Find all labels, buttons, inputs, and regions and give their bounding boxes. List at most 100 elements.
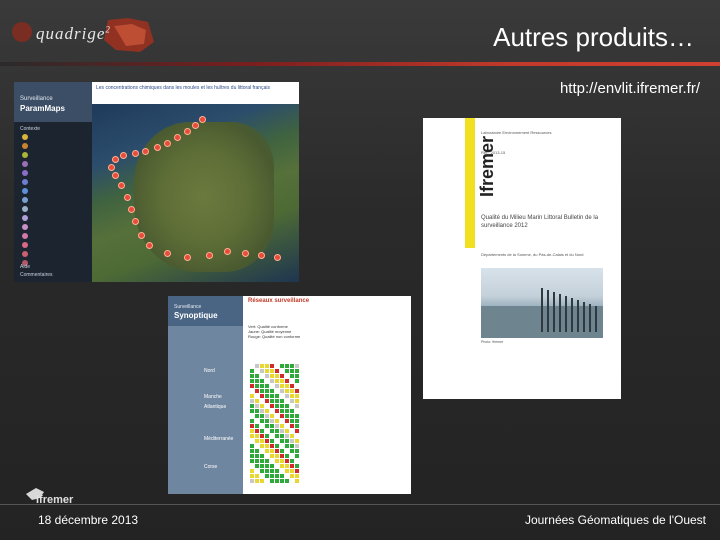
layer-dot-icon[interactable] xyxy=(22,188,28,194)
row-label: Méditerranée xyxy=(204,436,234,442)
grid-cell xyxy=(250,424,254,428)
map-marker-icon[interactable] xyxy=(258,252,265,259)
grid-cell xyxy=(250,419,254,423)
map-marker-icon[interactable] xyxy=(120,152,127,159)
map-marker-icon[interactable] xyxy=(224,248,231,255)
grid-cell xyxy=(280,379,284,383)
grid-cell xyxy=(280,459,284,463)
map-marker-icon[interactable] xyxy=(112,156,119,163)
grid-cell xyxy=(265,469,269,473)
map-marker-icon[interactable] xyxy=(242,250,249,257)
map-marker-icon[interactable] xyxy=(199,116,206,123)
map-marker-icon[interactable] xyxy=(132,218,139,225)
grid-cell xyxy=(260,384,264,388)
grid-cell xyxy=(275,409,279,413)
map-marker-icon[interactable] xyxy=(124,194,131,201)
map-marker-icon[interactable] xyxy=(164,250,171,257)
layer-dot-icon[interactable] xyxy=(22,197,28,203)
source-url[interactable]: http://envlit.ifremer.fr/ xyxy=(560,80,700,97)
row-label: Corse xyxy=(204,464,218,470)
grid-cell xyxy=(295,379,299,383)
map-marker-icon[interactable] xyxy=(174,134,181,141)
grid-cell xyxy=(295,399,299,403)
grid-cell xyxy=(255,424,259,428)
grid-cell xyxy=(270,424,274,428)
grid-cell xyxy=(250,469,254,473)
map-marker-icon[interactable] xyxy=(132,150,139,157)
grid-cell xyxy=(255,474,259,478)
grid-cell xyxy=(285,369,289,373)
cover-subtitle: Départements de la Somme, du Pas-de-Cala… xyxy=(481,252,584,257)
grid-cell xyxy=(295,449,299,453)
map-app-screenshot: Surveillance ParamMaps Contexte Aide Com… xyxy=(14,82,299,282)
layer-dot-icon[interactable] xyxy=(22,242,28,248)
grid-cell xyxy=(285,394,289,398)
map-marker-icon[interactable] xyxy=(138,232,145,239)
layer-dot-icon[interactable] xyxy=(22,206,28,212)
grid-cell xyxy=(285,409,289,413)
grid-cell xyxy=(295,429,299,433)
grid-cell xyxy=(265,409,269,413)
grid-cell xyxy=(295,464,299,468)
grid-cell xyxy=(290,374,294,378)
layer-dot-icon[interactable] xyxy=(22,161,28,167)
grid-cell xyxy=(270,449,274,453)
map-marker-icon[interactable] xyxy=(108,164,115,171)
map-marker-icon[interactable] xyxy=(184,254,191,261)
grid-cell xyxy=(255,449,259,453)
grid-cell xyxy=(250,399,254,403)
grid-cell xyxy=(295,469,299,473)
grid-cell xyxy=(290,469,294,473)
map-marker-icon[interactable] xyxy=(154,144,161,151)
map-marker-icon[interactable] xyxy=(146,242,153,249)
grid-cell xyxy=(280,479,284,483)
layer-dot-icon[interactable] xyxy=(22,179,28,185)
grid-cell xyxy=(285,464,289,468)
map-app-brand: Surveillance xyxy=(20,96,53,102)
grid-cell xyxy=(285,419,289,423)
map-marker-icon[interactable] xyxy=(274,254,281,261)
layer-dot-icon[interactable] xyxy=(22,233,28,239)
grid-cell xyxy=(280,414,284,418)
grid-cell xyxy=(280,474,284,478)
grid-cell xyxy=(275,399,279,403)
layer-dot-icon[interactable] xyxy=(22,152,28,158)
grid-cell xyxy=(250,409,254,413)
layer-dot-icon[interactable] xyxy=(22,134,28,140)
grid-cell xyxy=(260,469,264,473)
grid-cell xyxy=(285,414,289,418)
grid-cell xyxy=(290,444,294,448)
map-marker-icon[interactable] xyxy=(164,140,171,147)
map-marker-icon[interactable] xyxy=(128,206,135,213)
layer-dot-icon[interactable] xyxy=(22,170,28,176)
map-marker-icon[interactable] xyxy=(192,122,199,129)
grid-cell xyxy=(260,479,264,483)
layer-dot-icon[interactable] xyxy=(22,215,28,221)
layer-dot-icon[interactable] xyxy=(22,251,28,257)
map-marker-icon[interactable] xyxy=(142,148,149,155)
grid-cell xyxy=(290,364,294,368)
grid-cell xyxy=(280,364,284,368)
grid-cell xyxy=(250,394,254,398)
map-layer-list xyxy=(22,134,28,269)
grid-cell xyxy=(260,464,264,468)
map-section-help: Aide xyxy=(20,264,31,270)
grid-cell xyxy=(290,459,294,463)
layer-dot-icon[interactable] xyxy=(22,143,28,149)
grid-cell xyxy=(275,379,279,383)
map-marker-icon[interactable] xyxy=(206,252,213,259)
grid-cell xyxy=(290,369,294,373)
grid-cell xyxy=(285,389,289,393)
grid-cell xyxy=(265,389,269,393)
grid-cell xyxy=(280,454,284,458)
grid-cell xyxy=(280,399,284,403)
grid-cell xyxy=(290,424,294,428)
grid-cell xyxy=(275,429,279,433)
map-marker-icon[interactable] xyxy=(184,128,191,135)
grid-cell xyxy=(255,389,259,393)
grid-cell xyxy=(270,479,274,483)
map-marker-icon[interactable] xyxy=(112,172,119,179)
layer-dot-icon[interactable] xyxy=(22,224,28,230)
map-marker-icon[interactable] xyxy=(118,182,125,189)
grid-cell xyxy=(260,439,264,443)
